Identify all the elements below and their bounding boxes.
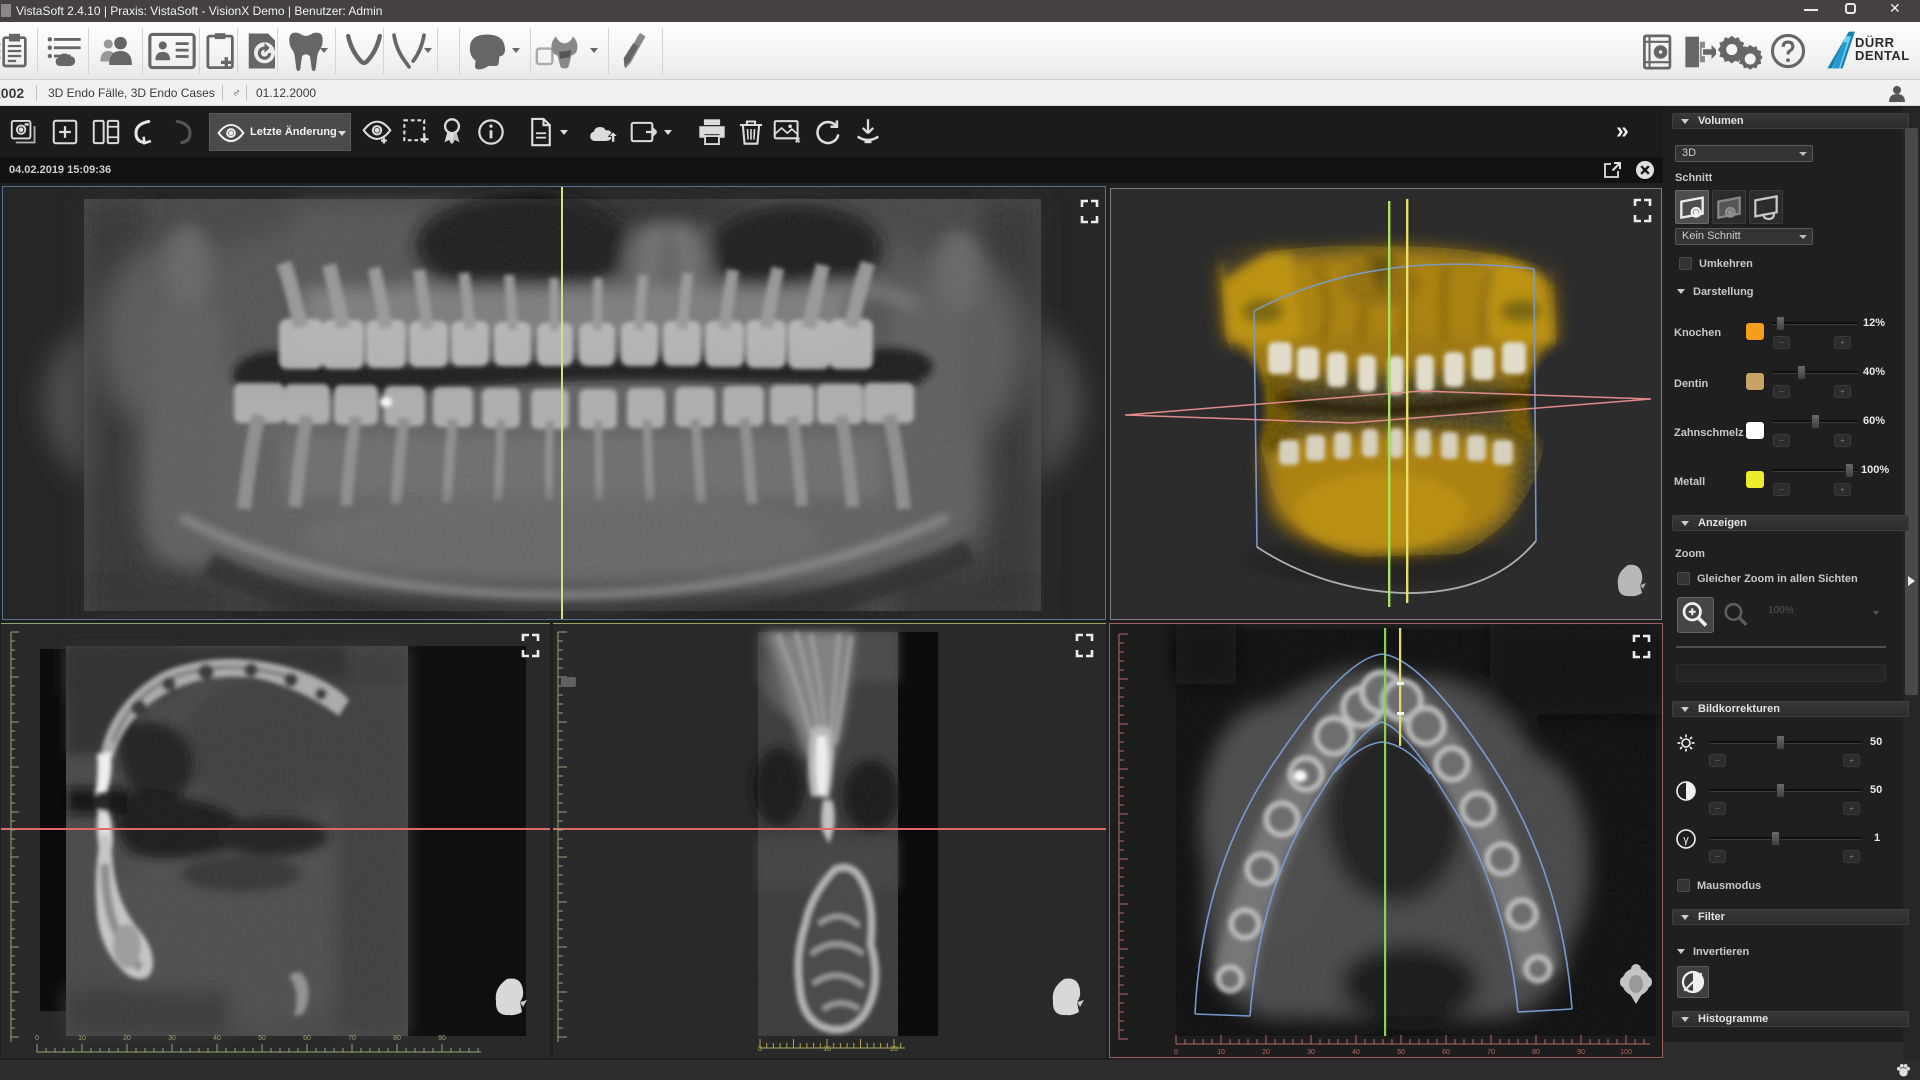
svg-text:50: 50	[258, 1035, 266, 1042]
svg-text:20: 20	[890, 1046, 898, 1053]
svg-text:30: 30	[1307, 1049, 1315, 1056]
svg-text:100: 100	[1620, 1049, 1632, 1056]
svg-text:90: 90	[438, 1035, 446, 1042]
svg-text:70: 70	[1487, 1049, 1495, 1056]
svg-text:0: 0	[758, 1046, 762, 1053]
svg-text:80: 80	[393, 1035, 401, 1042]
svg-text:20: 20	[1262, 1049, 1270, 1056]
svg-text:50: 50	[1397, 1049, 1405, 1056]
svg-text:20: 20	[123, 1035, 131, 1042]
svg-text:70: 70	[348, 1035, 356, 1042]
svg-text:60: 60	[303, 1035, 311, 1042]
svg-text:10: 10	[823, 1046, 831, 1053]
svg-text:40: 40	[213, 1035, 221, 1042]
svg-text:80: 80	[1532, 1049, 1540, 1056]
svg-text:0: 0	[35, 1035, 39, 1042]
svg-text:30: 30	[168, 1035, 176, 1042]
svg-text:90: 90	[1577, 1049, 1585, 1056]
svg-text:0: 0	[1174, 1049, 1178, 1056]
svg-text:10: 10	[1217, 1049, 1225, 1056]
svg-text:10: 10	[78, 1035, 86, 1042]
svg-text:γ: γ	[1683, 834, 1689, 846]
svg-text:40: 40	[1352, 1049, 1360, 1056]
svg-text:60: 60	[1442, 1049, 1450, 1056]
